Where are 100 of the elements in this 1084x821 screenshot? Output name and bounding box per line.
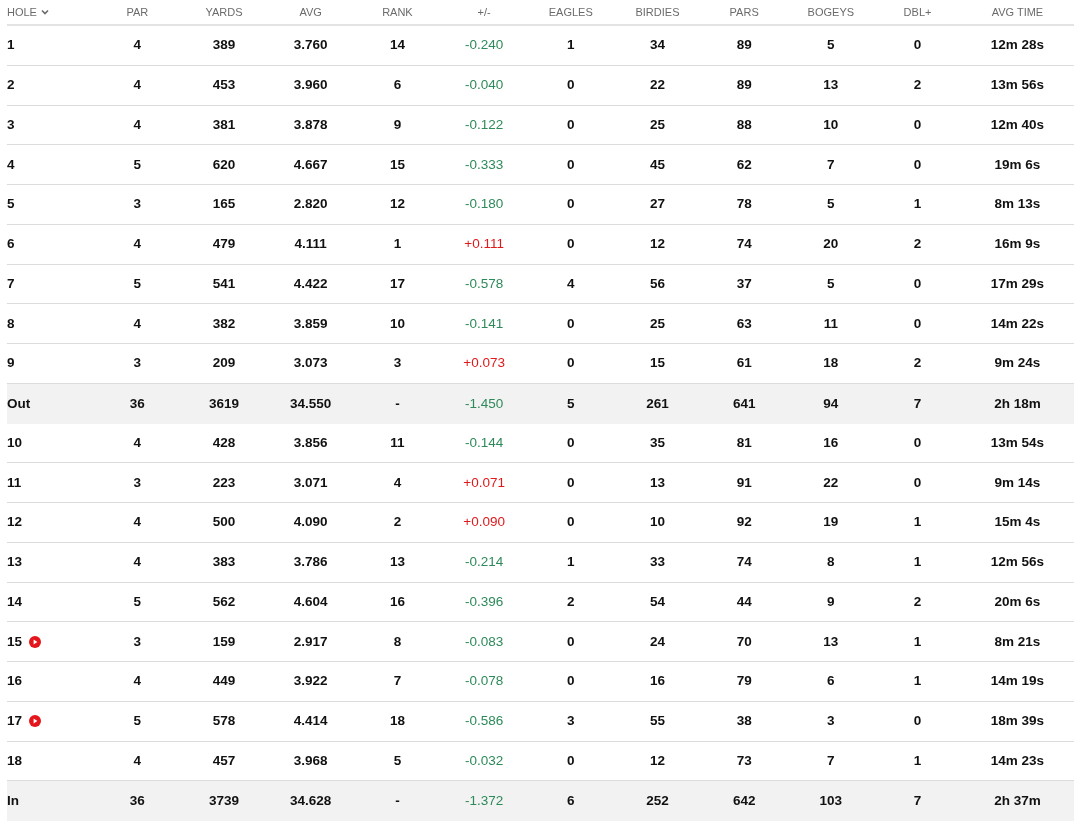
table-cell-text: 3 (133, 632, 142, 651)
column-header[interactable]: PARS (729, 3, 759, 21)
table-cell-text: 1 (7, 36, 15, 55)
table-cell-text: 63 (736, 314, 752, 333)
table-cell-text: 16 (7, 672, 23, 691)
table-cell-text: 3.968 (293, 751, 328, 770)
table-cell-text: 18 (823, 354, 839, 373)
table-cell-text: In (7, 792, 19, 810)
table-cell-text: 3.859 (293, 314, 328, 333)
table-cell-text: 2.820 (293, 195, 328, 214)
table-cell-text: 1 (913, 195, 922, 214)
table-cell-text: -0.078 (464, 672, 504, 691)
table-cell-text: 1 (913, 513, 922, 532)
table-cell-text: 15 (649, 354, 665, 373)
table-cell-text: 1 (913, 672, 922, 691)
table-cell-text: 27 (649, 195, 665, 214)
play-icon[interactable] (29, 715, 42, 728)
table-cell-text: 6 (393, 76, 402, 94)
table-cell-text: 7 (827, 155, 835, 174)
table-cell-text: -0.333 (464, 155, 504, 174)
table-cell-text: -0.122 (464, 115, 504, 134)
table-cell-text: 103 (819, 792, 843, 810)
table-cell-text: 1 (567, 553, 575, 571)
table-cell-text: - (395, 792, 400, 810)
table-cell-text: 10 (649, 513, 665, 532)
table-cell-text: -0.083 (464, 632, 504, 651)
table-cell-text: 15 (389, 155, 405, 174)
table-cell-text: 14 (7, 592, 23, 611)
table-cell-text: 70 (736, 632, 752, 651)
table-cell-text: 3 (393, 354, 402, 373)
table-cell-text: 4 (133, 314, 142, 333)
column-header[interactable]: +/- (477, 3, 491, 21)
table-cell-text: 36 (129, 792, 145, 810)
column-header[interactable]: DBL+ (903, 3, 932, 21)
table-cell-text: 479 (212, 235, 236, 253)
table-cell-text: 2h 18m (994, 394, 1041, 413)
table-cell-text: 18m 39s (990, 712, 1045, 730)
table-cell-text: 0 (913, 314, 922, 333)
table-cell-text: 500 (212, 513, 236, 532)
table-cell-text: 0 (567, 314, 575, 333)
table-cell-text: 45 (649, 155, 665, 174)
table-cell-text: 15m 4s (994, 513, 1041, 532)
table-cell-text: 165 (212, 195, 236, 214)
table-cell-text: 0 (913, 115, 922, 134)
table-cell-text: 19m 6s (994, 155, 1041, 174)
column-header[interactable]: PAR (126, 3, 149, 21)
table-cell-text: 34.550 (290, 394, 332, 413)
table-cell-text: 2 (913, 592, 922, 611)
column-header[interactable]: BIRDIES (635, 3, 680, 21)
table-cell-text: 642 (732, 792, 756, 810)
table-cell-text: 1 (567, 36, 575, 55)
table-cell-text: 12 (7, 513, 23, 532)
table-cell-text: 19 (823, 513, 839, 532)
table-cell-text: 44 (736, 592, 752, 611)
table-cell-text: 9m 14s (994, 473, 1041, 492)
table-cell-text: 4 (567, 274, 575, 293)
table-cell-text: 7 (7, 274, 15, 293)
table-cell-text: 22 (823, 473, 839, 492)
table-cell-text: 9m 24s (994, 354, 1041, 373)
table-cell-text: 5 (133, 155, 142, 174)
table-cell-text: 16 (823, 433, 839, 452)
table-cell-text: 92 (736, 513, 752, 532)
table-cell-text: 578 (212, 712, 236, 730)
table-cell-text: 11 (390, 433, 405, 452)
table-cell-text: 5 (567, 394, 575, 413)
table-cell-text: 5 (133, 592, 142, 611)
table-cell-text: 261 (646, 394, 669, 413)
column-header[interactable]: RANK (382, 3, 413, 21)
table-cell-text: 252 (646, 792, 669, 810)
table-cell-text: 209 (212, 354, 236, 373)
table-cell-text: 6 (827, 672, 835, 691)
table-cell-text: Out (7, 394, 31, 413)
table-cell-text: 61 (736, 354, 752, 373)
table-cell-text: 449 (212, 672, 236, 691)
table-cell-text: 37 (736, 274, 752, 293)
column-header[interactable]: HOLE (7, 3, 49, 21)
table-cell-text: 2.917 (293, 632, 328, 651)
column-header[interactable]: EAGLES (548, 3, 593, 21)
table-cell-text: 0 (567, 235, 575, 253)
table-cell-text: 223 (212, 473, 236, 492)
column-header[interactable]: AVG (299, 3, 322, 21)
table-cell-text: 54 (649, 592, 665, 611)
table-cell-text: -1.372 (464, 792, 504, 810)
table-cell-text: 11 (823, 314, 838, 333)
column-header[interactable]: BOGEYS (807, 3, 855, 21)
table-cell-text: 13 (389, 553, 405, 571)
table-cell-text: 16 (649, 672, 665, 691)
table-cell-text: 3 (7, 115, 15, 134)
table-cell-text: 4.414 (293, 712, 328, 730)
table-cell-text: 13m 54s (990, 433, 1045, 452)
table-cell-text: 4 (133, 553, 142, 571)
column-header[interactable]: AVG TIME (991, 3, 1044, 21)
table-cell-text: 3 (567, 712, 575, 730)
table-cell-text: 4 (133, 76, 142, 94)
table-cell-text: 0 (567, 672, 575, 691)
column-header[interactable]: YARDS (205, 3, 243, 21)
table-cell-text: -0.586 (464, 712, 504, 730)
play-icon[interactable] (29, 635, 42, 648)
table-cell-text: 457 (212, 751, 236, 770)
table-cell-text: 3.760 (293, 36, 328, 55)
